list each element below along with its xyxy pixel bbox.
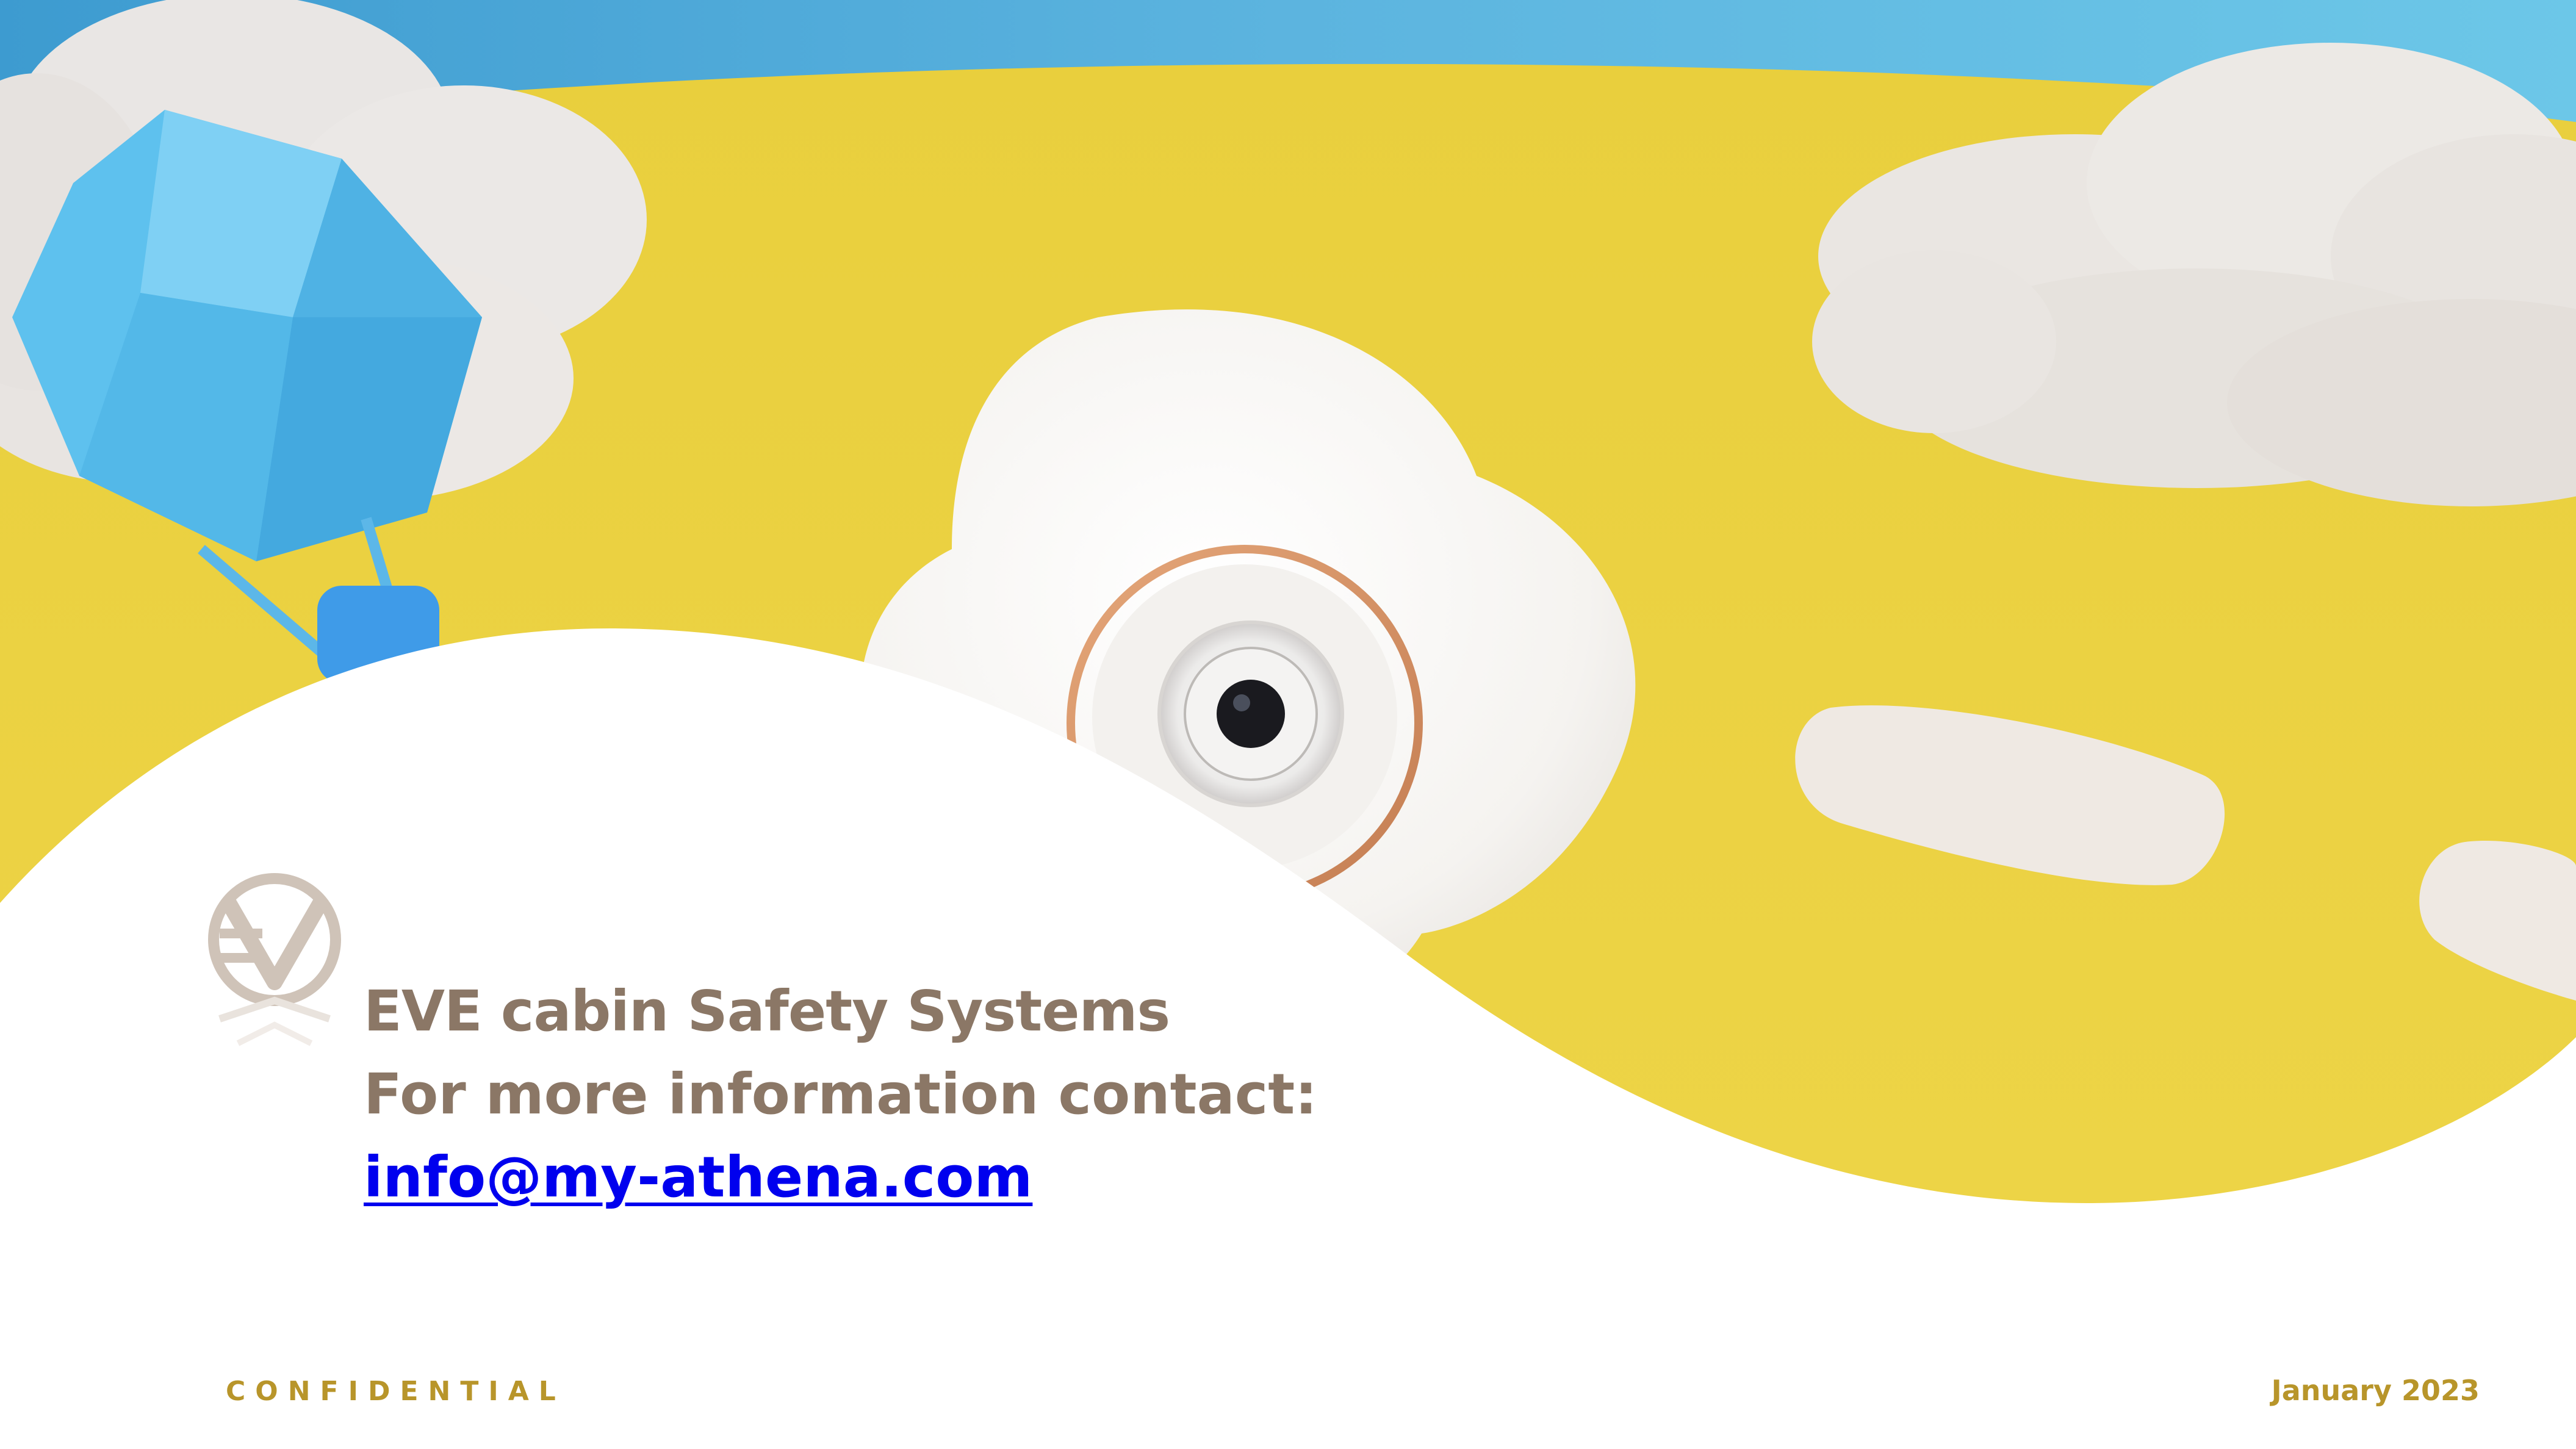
company-logo-icon: [208, 873, 341, 1046]
contact-text-block: EVE cabin Safety Systems For more inform…: [364, 970, 1317, 1219]
slide: EVE cabin Safety Systems For more inform…: [0, 0, 2576, 1449]
slide-title: EVE cabin Safety Systems: [364, 979, 1170, 1044]
hero-illustration: [0, 0, 2576, 1449]
footer-date: January 2023: [2271, 1374, 2480, 1407]
email-link[interactable]: info@my-athena.com: [364, 1136, 1032, 1219]
contact-prompt: For more information contact:: [364, 1062, 1318, 1127]
confidential-label: CONFIDENTIAL: [226, 1376, 566, 1407]
